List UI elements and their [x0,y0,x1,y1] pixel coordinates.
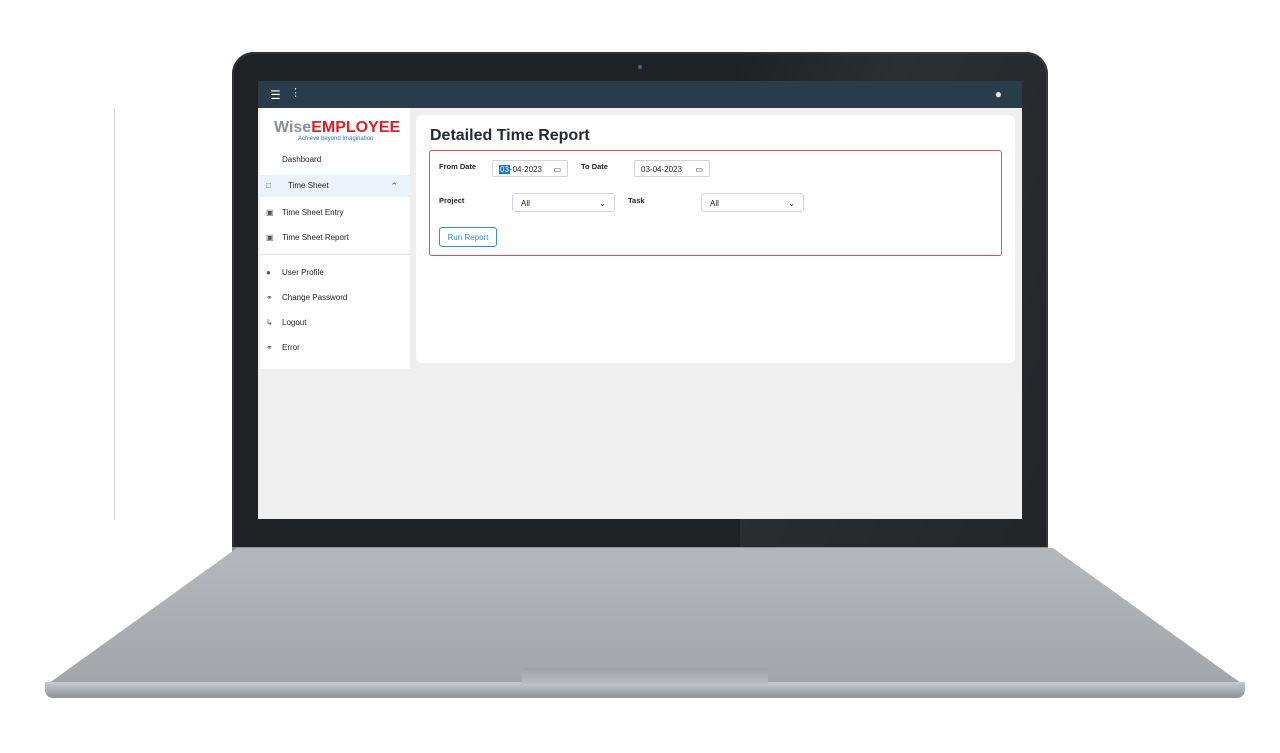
calendar-icon: □ [266,181,271,190]
logout-icon: ↳ [266,318,273,327]
webcam [638,65,642,69]
to-date-value: 03-04-2023 [641,165,682,174]
from-date-field[interactable]: 03-04-2023 ▭ [492,160,568,177]
sidebar-divider [260,254,410,255]
project-select-value: All [521,199,530,208]
user-icon[interactable]: ● [995,88,1002,100]
sidebar-item-label: Change Password [282,293,348,302]
key-icon: ⚭ [266,293,273,302]
page-divider [114,108,115,520]
sidebar-item-time-sheet-entry[interactable]: ▣ Time Sheet Entry [260,202,410,224]
sidebar-item-user-profile[interactable]: ● User Profile [260,262,410,284]
calendar-icon[interactable]: ▭ [553,161,561,178]
more-icon[interactable]: ⋮ [290,87,301,99]
page-title: Detailed Time Report [430,127,590,144]
task-select[interactable]: All ⌄ [701,193,804,212]
chevron-up-icon[interactable]: ⌃ [390,175,398,197]
sidebar-item-label: Error [282,343,300,352]
user-icon: ● [266,268,271,277]
sidebar-item-label: Dashboard [282,155,322,164]
sidebar-item-dashboard[interactable]: Dashboard [260,149,410,171]
calendar-check-icon: ▣ [266,233,274,242]
chevron-down-icon: ⌄ [599,199,606,208]
logo-tagline: Achieve beyond Imagination [298,136,374,142]
sidebar-item-label: Time Sheet Report [282,233,349,242]
report-card: Detailed Time Report From Date 03-04-202… [416,115,1015,363]
key-icon: ⚭ [266,343,273,352]
sidebar: WiseEMPLOYEE Achieve beyond Imagination … [260,108,410,369]
report-filter-form: From Date 03-04-2023 ▭ To Date 03-04-202… [429,150,1002,256]
from-date-rest: -04-2023 [509,165,542,174]
from-date-day: 03 [499,165,510,174]
sidebar-item-error[interactable]: ⚭ Error [260,337,410,359]
run-report-button[interactable]: Run Report [439,227,497,247]
to-date-label: To Date [581,162,608,171]
to-date-field[interactable]: 03-04-2023 ▭ [634,160,710,177]
task-select-value: All [710,199,719,208]
top-navbar: ☰ ⋮ ● [258,81,1022,108]
calendar-icon: ▣ [266,208,274,217]
sidebar-item-time-sheet[interactable]: □ Time Sheet ⌃ [260,175,410,197]
app-screen: ☰ ⋮ ● WiseEMPLOYEE Achieve beyond Imagin… [258,81,1022,519]
sidebar-item-label: Logout [282,318,307,327]
sidebar-item-change-password[interactable]: ⚭ Change Password [260,287,410,309]
laptop-lid-notch [522,668,768,684]
logo-employee: EMPLOYEE [311,119,401,136]
laptop-base-edge [45,682,1245,698]
project-label: Project [439,196,465,205]
logo: WiseEMPLOYEE [274,119,400,137]
hamburger-icon[interactable]: ☰ [270,89,281,101]
chevron-down-icon: ⌄ [788,199,795,208]
sidebar-item-logout[interactable]: ↳ Logout [260,312,410,334]
sidebar-item-label: User Profile [282,268,324,277]
project-select[interactable]: All ⌄ [512,193,615,212]
sidebar-item-time-sheet-report[interactable]: ▣ Time Sheet Report [260,227,410,249]
task-label: Task [628,196,645,205]
calendar-icon[interactable]: ▭ [695,161,703,178]
logo-wise: Wise [274,119,312,136]
sidebar-item-label: Time Sheet Entry [282,208,344,217]
sidebar-item-label: Time Sheet [288,181,329,190]
from-date-label: From Date [439,162,477,171]
